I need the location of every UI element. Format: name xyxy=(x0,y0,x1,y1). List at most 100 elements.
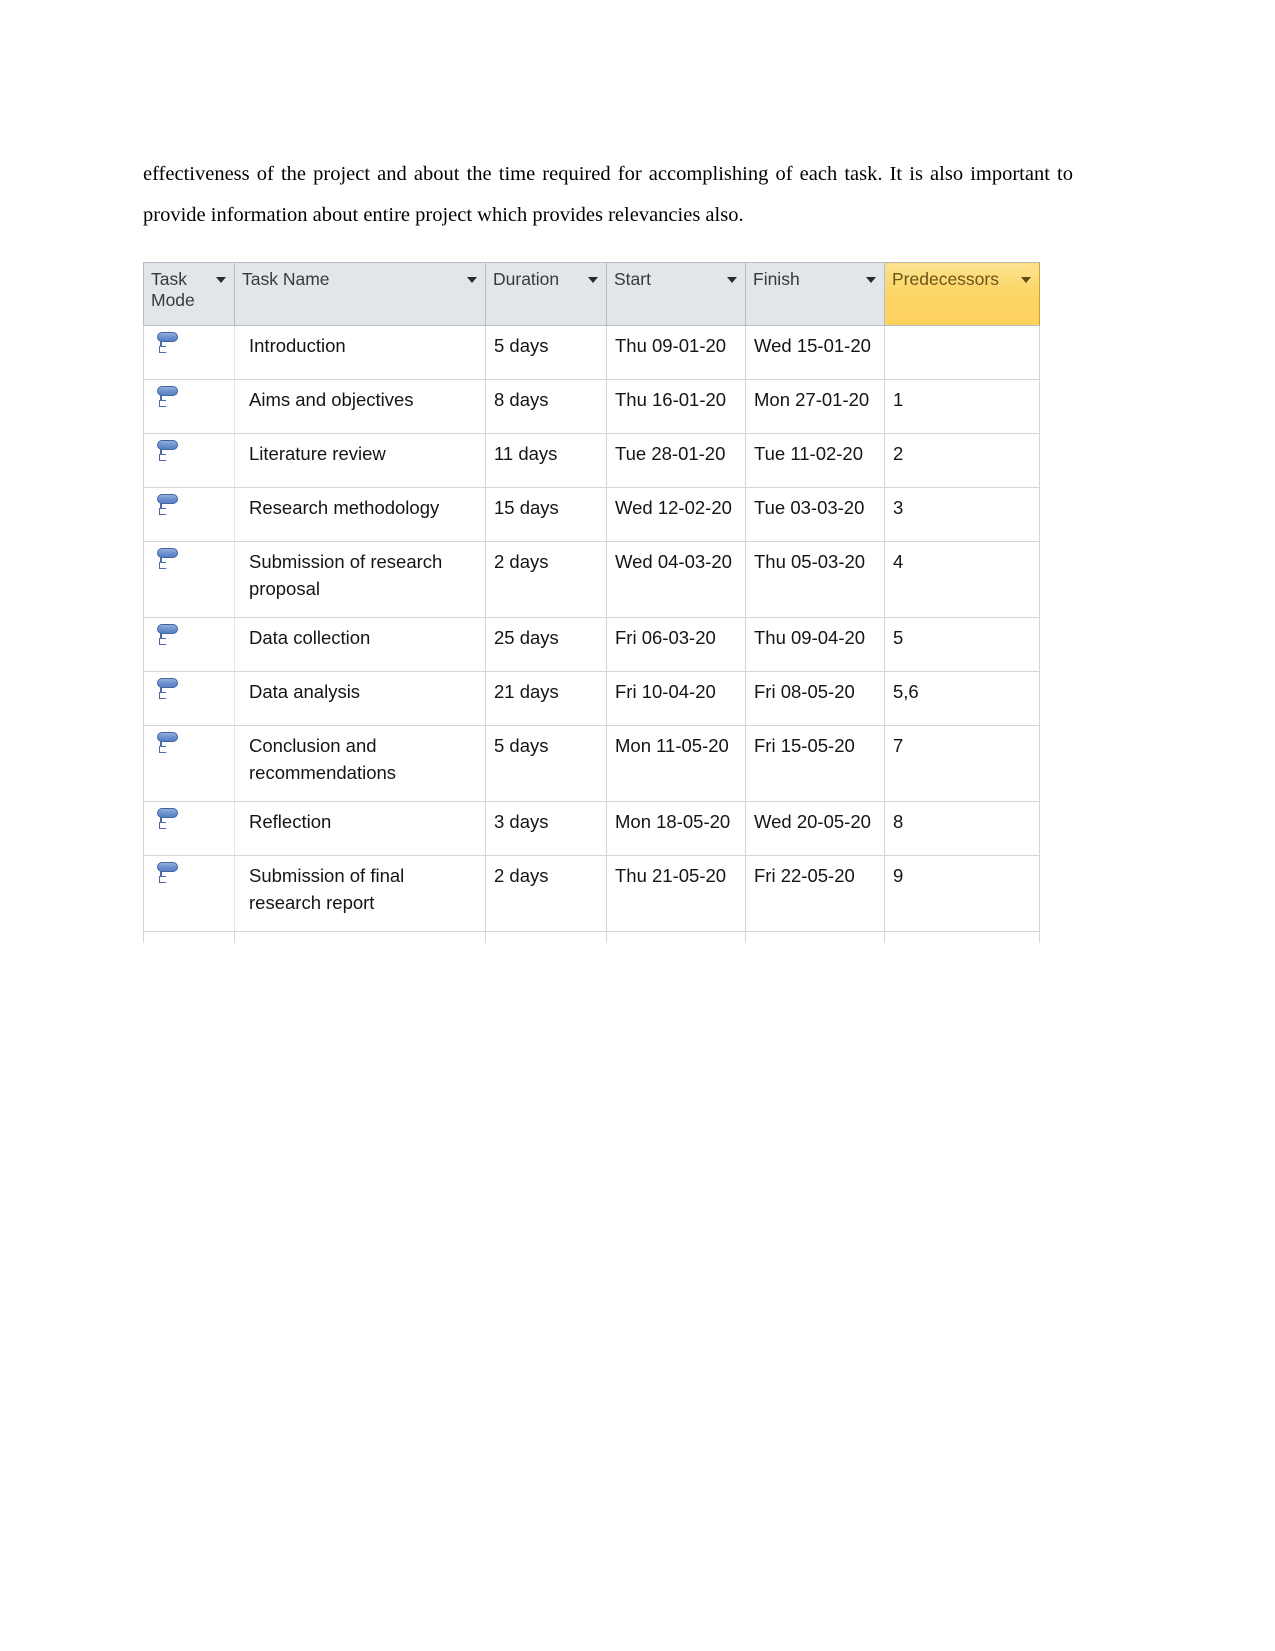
auto-scheduled-icon xyxy=(156,546,182,574)
cell-task-name: Conclusion and recommendations xyxy=(234,725,486,802)
cell-task-mode xyxy=(143,931,235,944)
cell-duration xyxy=(485,931,607,944)
filter-dropdown-icon[interactable] xyxy=(727,277,737,283)
filter-dropdown-icon[interactable] xyxy=(1021,277,1031,283)
cell-task-name: Submission of final research report xyxy=(234,855,486,932)
filter-dropdown-icon[interactable] xyxy=(866,277,876,283)
table-row[interactable]: Data analysis 21 days Fri 10-04-20 Fri 0… xyxy=(143,671,1040,726)
cell-duration: 5 days xyxy=(485,325,607,380)
cell-finish: Thu 05-03-20 xyxy=(745,541,885,618)
column-header-predecessors[interactable]: Predecessors xyxy=(884,262,1040,326)
auto-scheduled-icon xyxy=(156,384,182,412)
cell-start: Thu 09-01-20 xyxy=(606,325,746,380)
cell-start: Fri 10-04-20 xyxy=(606,671,746,726)
table-row[interactable]: Submission of research proposal 2 days W… xyxy=(143,541,1040,618)
cell-task-name: Reflection xyxy=(234,801,486,856)
task-schedule-table: Task Mode Task Name Duration Start Finis… xyxy=(143,262,1040,944)
cell-finish: Thu 09-04-20 xyxy=(745,617,885,672)
column-header-task-mode[interactable]: Task Mode xyxy=(143,262,235,326)
cell-task-name: Aims and objectives xyxy=(234,379,486,434)
cell-finish: Wed 15-01-20 xyxy=(745,325,885,380)
filter-dropdown-icon[interactable] xyxy=(467,277,477,283)
column-header-task-mode-label: Task Mode xyxy=(151,269,195,310)
auto-scheduled-icon xyxy=(156,622,182,650)
cell-predecessors: 2 xyxy=(884,433,1040,488)
table-row[interactable]: Submission of final research report 2 da… xyxy=(143,855,1040,932)
cell-finish: Fri 22-05-20 xyxy=(745,855,885,932)
cell-duration: 15 days xyxy=(485,487,607,542)
cell-finish xyxy=(745,931,885,944)
body-paragraph: effectiveness of the project and about t… xyxy=(143,162,1073,226)
table-row[interactable]: Reflection 3 days Mon 18-05-20 Wed 20-05… xyxy=(143,801,1040,856)
auto-scheduled-icon xyxy=(156,860,182,888)
cell-predecessors: 9 xyxy=(884,855,1040,932)
auto-scheduled-icon xyxy=(156,806,182,834)
cell-task-name: Research methodology xyxy=(234,487,486,542)
filter-dropdown-icon[interactable] xyxy=(216,277,226,283)
cell-finish: Fri 08-05-20 xyxy=(745,671,885,726)
cell-predecessors: 5 xyxy=(884,617,1040,672)
cell-finish: Wed 20-05-20 xyxy=(745,801,885,856)
column-header-finish[interactable]: Finish xyxy=(745,262,885,326)
cell-task-name: Submission of research proposal xyxy=(234,541,486,618)
cell-task-mode[interactable] xyxy=(143,617,235,672)
table-header: Task Mode Task Name Duration Start Finis… xyxy=(143,262,1040,326)
cell-finish: Tue 03-03-20 xyxy=(745,487,885,542)
cell-duration: 2 days xyxy=(485,855,607,932)
table-body: Introduction 5 days Thu 09-01-20 Wed 15-… xyxy=(143,325,1040,944)
cell-start: Mon 11-05-20 xyxy=(606,725,746,802)
cell-duration: 8 days xyxy=(485,379,607,434)
cell-finish: Tue 11-02-20 xyxy=(745,433,885,488)
cell-start: Mon 18-05-20 xyxy=(606,801,746,856)
cell-task-name xyxy=(234,931,486,944)
column-header-start-label: Start xyxy=(614,269,651,289)
cell-task-mode[interactable] xyxy=(143,379,235,434)
table-row[interactable]: Literature review 11 days Tue 28-01-20 T… xyxy=(143,433,1040,488)
cell-task-mode[interactable] xyxy=(143,487,235,542)
column-header-duration[interactable]: Duration xyxy=(485,262,607,326)
column-header-predecessors-label: Predecessors xyxy=(892,269,999,289)
auto-scheduled-icon xyxy=(156,730,182,758)
cell-task-name: Introduction xyxy=(234,325,486,380)
cell-task-mode[interactable] xyxy=(143,433,235,488)
document-page: effectiveness of the project and about t… xyxy=(0,0,1275,1651)
task-schedule-table-container: Task Mode Task Name Duration Start Finis… xyxy=(143,262,1040,944)
cell-task-mode[interactable] xyxy=(143,725,235,802)
cell-duration: 25 days xyxy=(485,617,607,672)
cell-predecessors: 7 xyxy=(884,725,1040,802)
cell-task-name: Data analysis xyxy=(234,671,486,726)
cell-task-mode[interactable] xyxy=(143,671,235,726)
cell-start: Thu 21-05-20 xyxy=(606,855,746,932)
column-header-finish-label: Finish xyxy=(753,269,800,289)
column-header-task-name-label: Task Name xyxy=(242,269,330,289)
cell-duration: 5 days xyxy=(485,725,607,802)
auto-scheduled-icon xyxy=(156,492,182,520)
column-header-start[interactable]: Start xyxy=(606,262,746,326)
filter-dropdown-icon[interactable] xyxy=(588,277,598,283)
cell-finish: Mon 27-01-20 xyxy=(745,379,885,434)
cell-duration: 2 days xyxy=(485,541,607,618)
table-row[interactable]: Aims and objectives 8 days Thu 16-01-20 … xyxy=(143,379,1040,434)
table-row[interactable]: Conclusion and recommendations 5 days Mo… xyxy=(143,725,1040,802)
table-row[interactable]: Research methodology 15 days Wed 12-02-2… xyxy=(143,487,1040,542)
table-row[interactable]: Introduction 5 days Thu 09-01-20 Wed 15-… xyxy=(143,325,1040,380)
cell-task-name: Literature review xyxy=(234,433,486,488)
table-row[interactable]: Data collection 25 days Fri 06-03-20 Thu… xyxy=(143,617,1040,672)
cell-task-mode[interactable] xyxy=(143,325,235,380)
cell-finish: Fri 15-05-20 xyxy=(745,725,885,802)
cell-start: Thu 16-01-20 xyxy=(606,379,746,434)
table-empty-row[interactable] xyxy=(143,931,1040,944)
cell-start xyxy=(606,931,746,944)
cell-predecessors: 1 xyxy=(884,379,1040,434)
cell-duration: 21 days xyxy=(485,671,607,726)
cell-task-mode[interactable] xyxy=(143,855,235,932)
column-header-task-name[interactable]: Task Name xyxy=(234,262,486,326)
cell-start: Wed 12-02-20 xyxy=(606,487,746,542)
cell-predecessors: 4 xyxy=(884,541,1040,618)
cell-task-mode[interactable] xyxy=(143,801,235,856)
cell-predecessors: 5,6 xyxy=(884,671,1040,726)
cell-task-mode[interactable] xyxy=(143,541,235,618)
cell-start: Fri 06-03-20 xyxy=(606,617,746,672)
cell-duration: 11 days xyxy=(485,433,607,488)
auto-scheduled-icon xyxy=(156,330,182,358)
